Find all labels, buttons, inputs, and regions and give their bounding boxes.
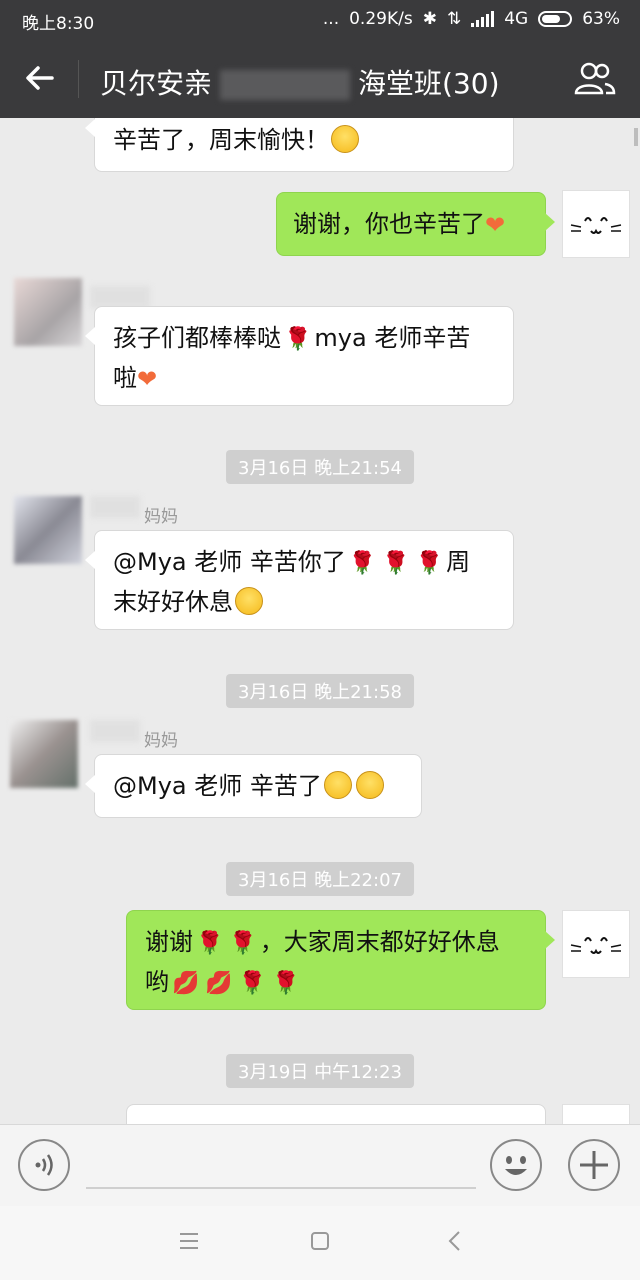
my-avatar[interactable] [562, 190, 630, 258]
rose-emoji-icon: 🌹 [382, 551, 410, 576]
message-bubble[interactable]: 谢谢，你也辛苦了❤ [276, 192, 555, 256]
arrow-left-icon[interactable] [22, 60, 58, 96]
message-text: 末好好休息 [113, 588, 233, 616]
rose-emoji-icon: 🌹 [238, 971, 267, 996]
battery-percent: 63% [582, 9, 620, 29]
timestamp: 3月19日 中午12:23 [226, 1054, 414, 1088]
system-navigation-bar [0, 1206, 640, 1280]
bluetooth-icon: ✱ [422, 9, 437, 29]
message-text: @Mya 老师 辛苦了 [113, 772, 322, 800]
battery-icon [538, 11, 573, 27]
message-bubble[interactable]: @Mya 老师 辛苦你了 🌹 🌹 🌹 周 末好好休息 [85, 530, 514, 630]
message-text: @Mya 老师 辛苦你了 [113, 548, 346, 576]
rose-emoji-icon: 🌹 [348, 551, 377, 576]
message-text: 谢谢，你也辛苦了 [293, 210, 485, 238]
voice-icon[interactable] [18, 1139, 70, 1191]
timestamp: 3月16日 晚上21:58 [226, 674, 414, 708]
chat-header: 贝尔安亲 海堂班(30) [0, 40, 640, 118]
lips-emoji-icon: 💋 [205, 971, 233, 996]
status-time: 晚上8:30 [22, 14, 95, 34]
blush-emoji-icon [323, 771, 352, 799]
status-dots: ... [322, 9, 340, 29]
sender-name: 妈妈 [144, 507, 178, 527]
grin-emoji-icon [331, 125, 359, 153]
message-bubble[interactable]: 辛苦了，周末愉快！ [85, 118, 514, 172]
scroll-indicator [634, 128, 638, 146]
message-text: 谢谢 [145, 928, 193, 956]
chat-list[interactable]: 辛苦了，周末愉快！ 谢谢，你也辛苦了❤ 孩子们都棒棒哒 🌹 mya 老师辛苦 啦❤ … [0, 118, 640, 1124]
sender-name: 妈妈 [144, 731, 178, 751]
message-text: mya 老师辛苦 [314, 324, 471, 352]
message-input[interactable] [86, 1187, 476, 1189]
message-text: 啦 [113, 364, 137, 392]
cat-face-icon [570, 937, 622, 954]
cat-face-icon [570, 217, 622, 234]
plus-icon[interactable] [568, 1139, 620, 1191]
my-avatar[interactable] [562, 1104, 630, 1124]
rose-emoji-icon: 🌹 [284, 327, 312, 352]
sender-name-redacted [90, 720, 140, 742]
rose-emoji-icon: 🌹 [415, 551, 444, 576]
my-avatar[interactable] [562, 910, 630, 978]
input-bar [0, 1124, 640, 1206]
menu-icon[interactable] [174, 1226, 204, 1256]
signal-icon [471, 11, 495, 27]
timestamp: 3月16日 晚上21:54 [226, 450, 414, 484]
sender-avatar[interactable] [14, 496, 82, 564]
title-redaction [220, 70, 351, 100]
network-type: 4G [504, 9, 529, 29]
group-members-icon[interactable] [572, 60, 618, 98]
timestamp: 3月16日 晚上22:07 [226, 862, 414, 896]
rose-emoji-icon: 🌹 [272, 971, 300, 996]
home-icon[interactable] [305, 1226, 335, 1256]
lips-emoji-icon: 💋 [172, 971, 200, 996]
emoji-icon[interactable] [490, 1139, 542, 1191]
rose-emoji-icon: 🌹 [196, 931, 224, 956]
message-text: 孩子们都棒棒哒 [113, 324, 281, 352]
message-bubble[interactable] [126, 1104, 546, 1124]
sender-name-redacted [90, 286, 150, 308]
status-bar: 晚上8:30 ... 0.29K/s ✱ ⇅ 4G 63% [0, 0, 640, 40]
message-bubble[interactable]: @Mya 老师 辛苦了 [85, 754, 422, 818]
heart-emoji-icon: ❤ [485, 211, 506, 239]
network-speed: 0.29K/s [349, 9, 413, 29]
data-transfer-icon: ⇅ [446, 9, 462, 29]
header-divider [78, 60, 79, 98]
message-bubble[interactable]: 孩子们都棒棒哒 🌹 mya 老师辛苦 啦❤ [85, 306, 514, 406]
smile-emoji-icon [235, 587, 263, 615]
sender-name-redacted [90, 496, 140, 518]
back-icon[interactable] [440, 1226, 470, 1256]
rose-emoji-icon: 🌹 [229, 931, 257, 956]
sender-avatar[interactable] [14, 278, 82, 346]
message-text: ，大家周末都好好休息 [259, 928, 500, 956]
blush-emoji-icon [355, 771, 384, 799]
message-text: 哟 [145, 968, 169, 996]
message-text: 周 [446, 548, 471, 576]
chat-title: 贝尔安亲 海堂班(30) [100, 62, 500, 102]
sender-avatar[interactable] [10, 720, 78, 788]
message-text: 辛苦了，周末愉快！ [113, 126, 329, 154]
chat-title-prefix: 贝尔安亲 [100, 67, 213, 100]
heart-emoji-icon: ❤ [137, 365, 158, 393]
chat-title-suffix: 海堂班(30) [358, 67, 500, 100]
message-bubble[interactable]: 谢谢 🌹 🌹 ，大家周末都好好休息 哟 💋 💋 🌹 🌹 [126, 910, 555, 1010]
